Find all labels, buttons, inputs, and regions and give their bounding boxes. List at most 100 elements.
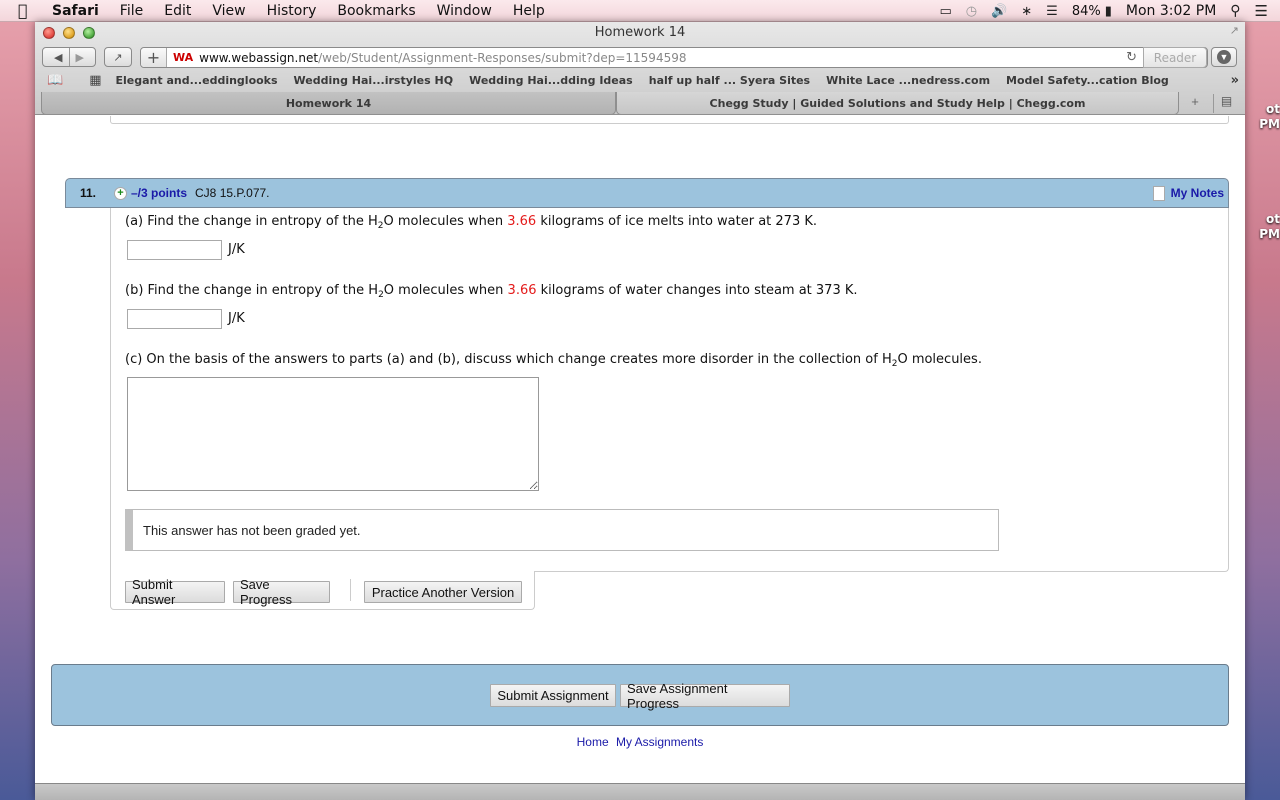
download-icon: ▼	[1217, 50, 1231, 64]
my-notes-link[interactable]: My Notes	[1152, 185, 1224, 201]
apple-menu-icon[interactable]: 	[18, 1, 38, 20]
my-notes-label: My Notes	[1170, 186, 1224, 200]
question-code: CJ8 15.P.077.	[195, 186, 270, 200]
url-host: www.webassign.net	[199, 50, 319, 65]
wifi-icon[interactable]: ☰	[1046, 4, 1058, 19]
menu-edit[interactable]: Edit	[164, 3, 191, 19]
battery-icon[interactable]: ▮	[1105, 4, 1112, 19]
desktop-label-line: ot	[1266, 102, 1280, 116]
back-button[interactable]: ◀	[54, 51, 62, 64]
prompt-text: (a) Find the change in entropy of the H	[125, 214, 378, 229]
tab-overview-icon[interactable]: ▤	[1213, 94, 1239, 113]
new-tab-button[interactable]: +	[1183, 94, 1207, 113]
tab-chegg-study[interactable]: Chegg Study | Guided Solutions and Study…	[616, 92, 1179, 115]
share-button[interactable]: ↗	[104, 47, 132, 67]
time-machine-icon[interactable]: ◷	[966, 4, 977, 19]
fullscreen-icon[interactable]: ↗	[1230, 24, 1239, 37]
webassign-favicon-icon: WA	[173, 51, 194, 64]
bookmark-item[interactable]: Wedding Hai...irstyles HQ	[294, 74, 454, 87]
desktop-label-line: PM	[1259, 227, 1280, 241]
question-points[interactable]: –/3 points	[131, 186, 187, 200]
page-content: 11. + –/3 points CJ8 15.P.077. My Notes …	[35, 116, 1245, 783]
part-a-unit: J/K	[228, 242, 245, 257]
assignment-actions-bar: Submit Assignment Save Assignment Progre…	[51, 664, 1229, 726]
top-sites-icon[interactable]: ▦	[89, 73, 101, 88]
menu-window[interactable]: Window	[437, 3, 492, 19]
spotlight-search-icon[interactable]: ⚲	[1230, 3, 1240, 19]
prompt-text: O molecules when	[383, 283, 508, 298]
prompt-text: kilograms of water changes into steam at…	[536, 283, 858, 298]
submit-answer-button[interactable]: Submit Answer	[125, 577, 225, 607]
bluetooth-icon[interactable]: ∗	[1021, 4, 1032, 19]
url-path: /web/Student/Assignment-Responses/submit…	[318, 50, 687, 65]
desktop-label-line: PM	[1259, 117, 1280, 131]
menu-file[interactable]: File	[120, 3, 143, 19]
desktop-label-line: ot	[1266, 212, 1280, 226]
menu-view[interactable]: View	[212, 3, 245, 19]
window-title: Homework 14	[594, 25, 686, 40]
bookmark-item[interactable]: Model Safety...cation Blog	[1006, 74, 1169, 87]
volume-icon[interactable]: 🔊	[991, 4, 1007, 19]
home-link[interactable]: Home	[577, 735, 609, 749]
save-assignment-progress-button[interactable]: Save Assignment Progress	[620, 681, 790, 711]
randomized-value: 3.66	[507, 283, 537, 298]
previous-question-frame	[110, 116, 1229, 124]
safari-window: Homework 14 ↗ ◀ ▶ ↗ + WA www.webassign.n…	[35, 22, 1245, 800]
menu-bookmarks[interactable]: Bookmarks	[337, 3, 415, 19]
desktop-file-label[interactable]: ot PM	[1247, 102, 1280, 136]
add-bookmark-button[interactable]: +	[141, 48, 167, 67]
question-body: (a) Find the change in entropy of the H2…	[110, 208, 1229, 572]
prompt-text: (b) Find the change in entropy of the H	[125, 283, 379, 298]
reload-icon[interactable]: ↻	[1126, 50, 1137, 65]
bookmarks-bar: 📖 ▦ Elegant and...eddinglooks Wedding Ha…	[35, 71, 1245, 90]
address-bar[interactable]: + WA www.webassign.net/web/Student/Assig…	[140, 47, 1208, 68]
menu-safari[interactable]: Safari	[52, 3, 99, 19]
question-number: 11.	[80, 186, 97, 200]
part-a-prompt: (a) Find the change in entropy of the H2…	[125, 214, 817, 231]
downloads-button[interactable]: ▼	[1211, 47, 1237, 67]
menu-history[interactable]: History	[267, 3, 317, 19]
battery-percent: 84%	[1071, 3, 1101, 19]
grade-status-message: This answer has not been graded yet.	[125, 509, 999, 551]
tab-homework-14[interactable]: Homework 14	[41, 92, 616, 115]
randomized-value: 3.66	[507, 214, 537, 229]
notes-document-icon	[1152, 185, 1165, 201]
tab-bar: Homework 14 Chegg Study | Guided Solutio…	[35, 92, 1245, 115]
footer-links: Home My Assignments	[35, 735, 1245, 749]
more-bookmarks-chevron-icon[interactable]: »	[1231, 73, 1239, 88]
forward-button[interactable]: ▶	[76, 51, 84, 64]
expand-plus-icon[interactable]: +	[114, 186, 127, 200]
bookmark-item[interactable]: Elegant and...eddinglooks	[115, 74, 277, 87]
window-toolbar: Homework 14 ↗ ◀ ▶ ↗ + WA www.webassign.n…	[35, 22, 1245, 115]
practice-another-version-button[interactable]: Practice Another Version	[364, 581, 522, 603]
reader-button[interactable]: Reader	[1143, 47, 1207, 68]
bookmark-item[interactable]: Wedding Hai...dding Ideas	[469, 74, 633, 87]
my-assignments-link[interactable]: My Assignments	[616, 735, 703, 749]
prompt-text: (c) On the basis of the answers to parts…	[125, 352, 892, 367]
menu-help[interactable]: Help	[513, 3, 545, 19]
desktop-file-label[interactable]: ot PM	[1247, 212, 1280, 246]
button-divider	[350, 579, 351, 601]
part-b-unit: J/K	[228, 311, 245, 326]
notification-center-icon[interactable]: ☰	[1255, 2, 1268, 20]
part-a-answer-input[interactable]	[127, 240, 222, 260]
prompt-text: kilograms of ice melts into water at 273…	[536, 214, 818, 229]
part-c-answer-textarea[interactable]	[127, 377, 539, 491]
part-b-prompt: (b) Find the change in entropy of the H2…	[125, 283, 858, 300]
menu-bar:  Safari File Edit View History Bookmark…	[0, 0, 1280, 22]
part-b-answer-input[interactable]	[127, 309, 222, 329]
window-status-bar	[35, 783, 1245, 800]
back-forward-buttons: ◀ ▶	[42, 47, 96, 67]
question-button-row: Submit Answer Save Progress Practice Ano…	[110, 571, 535, 610]
bookmark-item[interactable]: half up half ... Syera Sites	[649, 74, 810, 87]
airplay-icon[interactable]: ▭	[939, 4, 951, 19]
part-c-prompt: (c) On the basis of the answers to parts…	[125, 352, 982, 369]
clock[interactable]: Mon 3:02 PM	[1126, 3, 1216, 19]
question-header: 11. + –/3 points CJ8 15.P.077. My Notes	[65, 178, 1229, 208]
save-progress-button[interactable]: Save Progress	[233, 577, 330, 607]
submit-assignment-button[interactable]: Submit Assignment	[490, 684, 616, 707]
bookmark-item[interactable]: White Lace ...nedress.com	[826, 74, 990, 87]
share-icon: ↗	[113, 51, 123, 64]
reading-list-icon[interactable]: 📖	[47, 73, 63, 88]
prompt-text: O molecules when	[383, 214, 508, 229]
